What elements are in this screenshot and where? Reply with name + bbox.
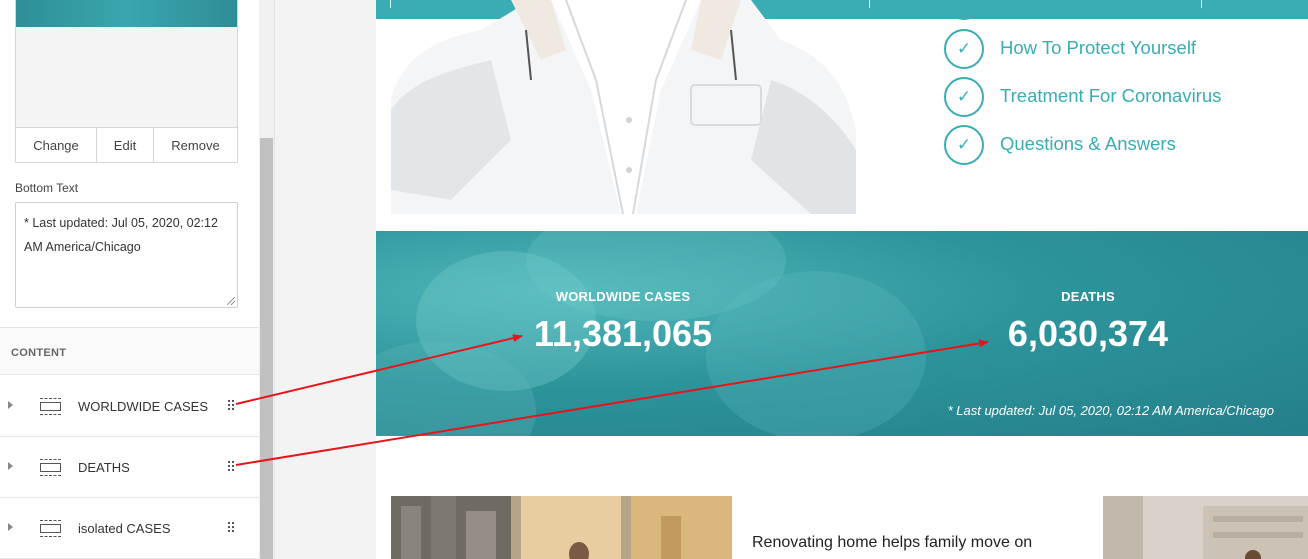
image-actions: Change Edit Remove xyxy=(15,127,238,163)
checklist-item-label[interactable]: Treatment For Coronavirus xyxy=(1000,85,1221,107)
remove-image-button[interactable]: Remove xyxy=(154,128,237,162)
content-item-label: DEATHS xyxy=(78,460,130,475)
content-item-isolated-cases[interactable]: isolated CASES xyxy=(0,498,259,559)
stat-value-worldwide-cases: 11,381,065 xyxy=(533,313,713,354)
content-item-label: WORLDWIDE CASES xyxy=(78,399,209,414)
stat-value-deaths: 6,030,374 xyxy=(1007,313,1169,354)
bottom-text-value: * Last updated: Jul 05, 2020, 02:12 AM A… xyxy=(24,216,218,254)
doctor-image xyxy=(391,0,856,214)
panel-scrollbar-thumb[interactable] xyxy=(260,138,273,559)
check-icon: ✓ xyxy=(944,77,984,117)
resize-handle-icon[interactable] xyxy=(227,297,235,305)
block-icon xyxy=(40,398,61,415)
article-image[interactable] xyxy=(1103,496,1308,559)
drag-handle-icon[interactable] xyxy=(228,461,235,471)
content-section-title: CONTENT xyxy=(11,347,67,359)
check-icon: ✓ xyxy=(944,29,984,69)
check-icon: ✓ xyxy=(944,125,984,165)
checklist-item[interactable]: ✓ Questions & Answers xyxy=(944,125,1308,165)
content-item-label: isolated CASES xyxy=(78,521,171,536)
image-thumbnail xyxy=(16,0,237,27)
expand-caret-icon[interactable] xyxy=(8,462,13,470)
stat-label-deaths: DEATHS xyxy=(1061,289,1115,304)
preview-gutter xyxy=(274,0,376,559)
content-item-deaths[interactable]: DEATHS xyxy=(0,437,259,498)
change-image-button[interactable]: Change xyxy=(16,128,97,162)
expand-caret-icon[interactable] xyxy=(8,523,13,531)
content-item-worldwide-cases[interactable]: WORLDWIDE CASES xyxy=(0,376,259,437)
bottom-text-label: Bottom Text xyxy=(15,181,79,195)
drag-handle-icon[interactable] xyxy=(228,522,235,532)
stats-banner: WORLDWIDE CASES 11,381,065 DEATHS 6,030,… xyxy=(376,231,1308,436)
bottom-text-field[interactable]: * Last updated: Jul 05, 2020, 02:12 AM A… xyxy=(15,202,238,308)
edit-image-button[interactable]: Edit xyxy=(97,128,154,162)
content-section-header: CONTENT xyxy=(0,328,259,375)
drag-handle-icon[interactable] xyxy=(228,400,235,410)
article-title[interactable]: Renovating home helps family move on aft… xyxy=(752,531,1042,559)
checklist-item-label[interactable]: Questions & Answers xyxy=(1000,133,1176,155)
site-preview: ✓ How To Protect Yourself ✓ Treatment Fo… xyxy=(376,0,1308,559)
checklist-item[interactable]: ✓ Treatment For Coronavirus xyxy=(944,77,1308,117)
stats-last-updated: * Last updated: Jul 05, 2020, 02:12 AM A… xyxy=(947,403,1274,418)
stat-label-worldwide-cases: WORLDWIDE CASES xyxy=(555,289,691,304)
image-field: Change Edit Remove xyxy=(15,0,238,163)
check-icon xyxy=(944,0,984,20)
checklist-item-partial xyxy=(944,0,1308,20)
expand-caret-icon[interactable] xyxy=(8,401,13,409)
checklist-item-label[interactable]: How To Protect Yourself xyxy=(1000,37,1196,59)
block-icon xyxy=(40,520,61,537)
checklist-item[interactable]: ✓ How To Protect Yourself xyxy=(944,29,1308,69)
editor-panel: Change Edit Remove Bottom Text * Last up… xyxy=(0,0,259,559)
block-icon xyxy=(40,459,61,476)
article-image[interactable] xyxy=(391,496,732,559)
